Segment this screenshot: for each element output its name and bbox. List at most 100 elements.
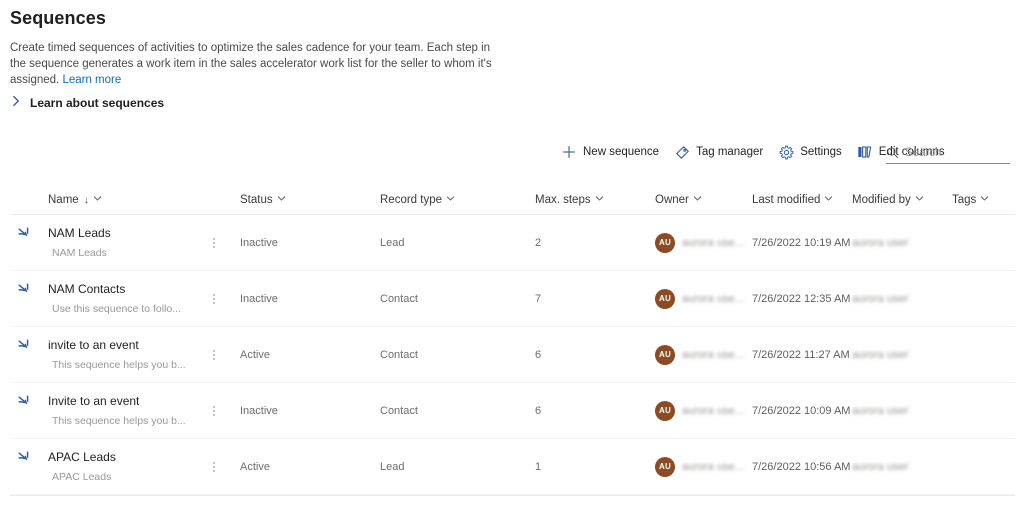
name-line: NAM Contacts <box>18 282 230 296</box>
edit-columns-icon <box>857 144 873 160</box>
modified-by-cell: aurora user7 <box>852 236 910 249</box>
sequences-page: Sequences Create timed sequences of acti… <box>0 0 1025 505</box>
search-input[interactable] <box>905 146 1005 159</box>
column-header-max-steps[interactable]: Max. steps <box>535 194 655 206</box>
dot <box>213 297 215 300</box>
chevron-down-icon <box>277 194 286 206</box>
record-type-cell: Lead <box>380 236 405 249</box>
plus-icon <box>561 144 577 160</box>
column-header-name-label: Name <box>48 194 79 206</box>
avatar: AU <box>655 344 675 365</box>
sequence-icon <box>18 339 34 353</box>
dot <box>213 409 215 412</box>
column-header-modified-by[interactable]: Modified by <box>852 194 952 206</box>
search-box[interactable] <box>886 142 1010 164</box>
max-steps-cell: 6 <box>535 404 542 417</box>
name-line: invite to an event <box>18 338 230 352</box>
owner-name: aurora use... <box>682 348 744 361</box>
last-modified-cell: 7/26/2022 10:19 AM <box>752 236 851 249</box>
modified-by-cell: aurora user7 <box>852 292 910 305</box>
table-row[interactable]: APAC Leads APAC Leads Active Lead 1 AU a… <box>10 439 1015 495</box>
sequence-description: This sequence helps you b... <box>52 359 186 371</box>
row-more-commands-button[interactable] <box>209 347 219 363</box>
dot <box>213 245 215 248</box>
tag-manager-button[interactable]: Tag manager <box>668 141 772 163</box>
row-more-commands-button[interactable] <box>209 459 219 475</box>
column-header-status-label: Status <box>240 194 273 206</box>
name-line: APAC Leads <box>18 450 230 464</box>
max-steps-cell: 6 <box>535 348 542 361</box>
table-row[interactable]: NAM Contacts Use this sequence to follo.… <box>10 271 1015 327</box>
row-more-commands-button[interactable] <box>209 403 219 419</box>
owner-name: aurora use... <box>682 404 744 417</box>
record-type-cell: Contact <box>380 292 418 305</box>
owner-cell: AU aurora use... <box>655 344 752 365</box>
max-steps-cell: 7 <box>535 292 542 305</box>
dot <box>213 405 215 408</box>
column-header-record-type[interactable]: Record type <box>380 194 535 206</box>
gear-icon <box>778 144 794 160</box>
new-sequence-label: New sequence <box>583 146 660 158</box>
new-sequence-button[interactable]: New sequence <box>555 141 668 163</box>
table-row[interactable]: NAM Leads NAM Leads Inactive Lead 2 AU a… <box>10 215 1015 271</box>
name-line: Invite to an event <box>18 394 230 408</box>
sequence-name-link[interactable]: invite to an event <box>48 338 139 352</box>
dot <box>213 349 215 352</box>
avatar: AU <box>655 456 675 477</box>
dot <box>213 465 215 468</box>
dot <box>213 469 215 472</box>
learn-more-link[interactable]: Learn more <box>62 74 121 86</box>
sequence-name-link[interactable]: Invite to an event <box>48 394 139 408</box>
avatar: AU <box>655 288 675 309</box>
column-header-owner-label: Owner <box>655 194 689 206</box>
chevron-down-icon <box>980 194 989 206</box>
sequence-name-link[interactable]: NAM Contacts <box>48 282 125 296</box>
record-type-cell: Lead <box>380 460 405 473</box>
name-line: NAM Leads <box>18 226 230 240</box>
record-type-cell: Contact <box>380 348 418 361</box>
chevron-down-icon <box>824 194 833 206</box>
owner-name: aurora use... <box>682 292 744 305</box>
sequence-description: APAC Leads <box>52 471 112 483</box>
status-cell: Inactive <box>240 404 278 417</box>
column-header-tags[interactable]: Tags <box>952 194 1025 206</box>
record-type-cell: Contact <box>380 404 418 417</box>
column-header-name[interactable]: Name ↓ <box>48 194 240 206</box>
dot <box>213 241 215 244</box>
sequence-name-link[interactable]: NAM Leads <box>48 226 111 240</box>
column-header-owner[interactable]: Owner <box>655 194 752 206</box>
chevron-down-icon <box>446 194 455 206</box>
modified-by-cell: aurora user7 <box>852 348 910 361</box>
dot <box>213 301 215 304</box>
sequence-name-link[interactable]: APAC Leads <box>48 450 116 464</box>
learn-about-sequences-label: Learn about sequences <box>30 96 165 110</box>
last-modified-cell: 7/26/2022 12:35 AM <box>752 292 851 305</box>
owner-cell: AU aurora use... <box>655 400 752 421</box>
table-row[interactable]: Invite to an event This sequence helps y… <box>10 383 1015 439</box>
dot <box>213 293 215 296</box>
sort-descending-icon: ↓ <box>83 194 89 206</box>
sequence-description: NAM Leads <box>52 247 107 259</box>
learn-about-sequences-expander[interactable]: Learn about sequences <box>10 94 164 112</box>
owner-cell: AU aurora use... <box>655 456 752 477</box>
grid-header-row: Name ↓ Status Record type Max. steps Own… <box>10 186 1015 215</box>
owner-name: aurora use... <box>682 236 744 249</box>
avatar: AU <box>655 232 675 253</box>
sequence-icon <box>18 395 34 409</box>
column-header-last-modified-label: Last modified <box>752 194 821 206</box>
chevron-down-icon <box>693 194 702 206</box>
column-header-last-modified[interactable]: Last modified <box>752 194 852 206</box>
search-icon <box>886 146 900 160</box>
table-row[interactable]: invite to an event This sequence helps y… <box>10 327 1015 383</box>
max-steps-cell: 2 <box>535 236 542 249</box>
settings-button[interactable]: Settings <box>772 141 851 163</box>
dot <box>213 413 215 416</box>
row-more-commands-button[interactable] <box>209 291 219 307</box>
column-header-status[interactable]: Status <box>240 194 380 206</box>
grid-body: NAM Leads NAM Leads Inactive Lead 2 AU a… <box>10 215 1015 495</box>
sequences-grid: Name ↓ Status Record type Max. steps Own… <box>10 186 1015 496</box>
row-more-commands-button[interactable] <box>209 235 219 251</box>
dot <box>213 357 215 360</box>
column-header-record-type-label: Record type <box>380 194 443 206</box>
dot <box>213 237 215 240</box>
